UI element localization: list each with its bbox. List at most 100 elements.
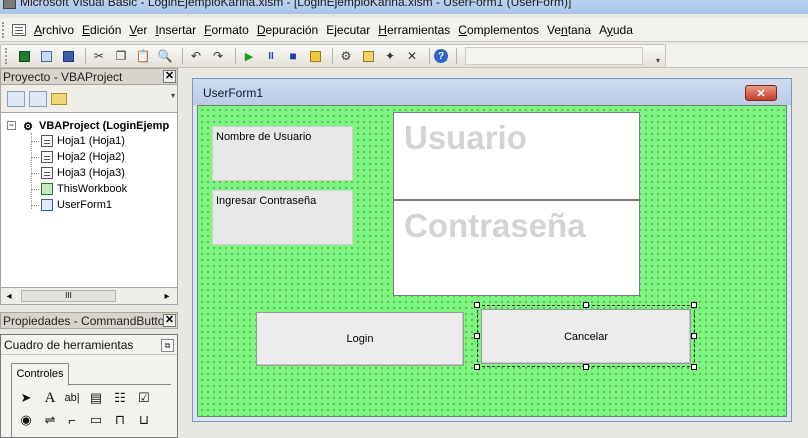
run-icon[interactable]: ▶	[240, 47, 258, 65]
resize-handle[interactable]	[583, 302, 589, 308]
tree-node-hoja3[interactable]: Hoja3 (Hoja3)	[41, 165, 125, 181]
tree-node-hoja1[interactable]: Hoja1 (Hoja1)	[41, 133, 125, 149]
window-title: Microsoft Visual Basic - LoginEjemploKar…	[20, 0, 572, 9]
userform-icon	[41, 199, 53, 211]
textbox-icon[interactable]: ab|	[62, 389, 82, 407]
tree-node-hoja2[interactable]: Hoja2 (Hoja2)	[41, 149, 125, 165]
tree-node-label: Hoja2 (Hoja2)	[57, 151, 125, 163]
optionbutton-icon[interactable]: ◉	[16, 411, 36, 429]
excel-icon[interactable]	[15, 47, 33, 65]
menu-edicion[interactable]: Edición	[82, 23, 121, 37]
document-icon[interactable]	[12, 23, 26, 36]
cut-icon[interactable]: ✂	[90, 47, 108, 65]
resize-handle[interactable]	[691, 364, 697, 370]
combobox-icon[interactable]: ▤	[86, 389, 106, 407]
designer-title: UserForm1	[203, 86, 264, 100]
undo-icon[interactable]: ↶	[187, 47, 205, 65]
title-bar: Microsoft Visual Basic - LoginEjemploKar…	[0, 0, 808, 14]
vba-editor-window: Microsoft Visual Basic - LoginEjemploKar…	[0, 0, 808, 438]
position-display	[465, 47, 643, 65]
properties-icon[interactable]	[359, 47, 377, 65]
tree-connector	[31, 205, 39, 206]
resize-handle[interactable]	[474, 364, 480, 370]
togglebutton-icon[interactable]: ⇌	[40, 411, 60, 429]
listbox-icon[interactable]: ☷	[110, 389, 130, 407]
label-icon[interactable]: A	[40, 389, 60, 407]
login-button[interactable]: Login	[256, 312, 464, 366]
designer-title-bar[interactable]: UserForm1 ✕	[193, 79, 791, 105]
frame-icon[interactable]: ⌐	[62, 411, 82, 429]
menu-depuracion[interactable]: Depuración	[257, 23, 318, 37]
toolbar-separator	[182, 48, 183, 64]
close-icon[interactable]: ✕	[163, 70, 176, 83]
toolbox-header[interactable]: Cuadro de herramientas ⧉	[1, 335, 177, 355]
multipage-icon[interactable]: ⊔	[134, 411, 154, 429]
view-object-icon[interactable]	[29, 90, 47, 107]
paste-icon[interactable]: 📋	[134, 47, 152, 65]
resize-handle[interactable]	[474, 302, 480, 308]
tree-connector	[31, 157, 39, 158]
menu-insertar[interactable]: Insertar	[155, 23, 196, 37]
toolbox-title: Cuadro de herramientas	[4, 338, 134, 352]
help-icon[interactable]: ?	[434, 49, 448, 63]
toolbox-window: Cuadro de herramientas ⧉ Controles ➤ A a…	[0, 334, 178, 438]
tree-node-label: ThisWorkbook	[57, 183, 128, 195]
label-ingresar-contrasena[interactable]: Ingresar Contraseña	[212, 190, 353, 245]
toolbar-options-icon[interactable]: ▾	[653, 47, 663, 65]
textbox-usuario[interactable]: Usuario	[393, 112, 640, 200]
project-tree: − ⚙ VBAProject (LoginEjemp Hoja1 (Hoja1)…	[0, 113, 178, 288]
project-icon: ⚙	[23, 121, 33, 133]
menu-formato[interactable]: Formato	[204, 23, 249, 37]
sheet-icon	[41, 135, 53, 147]
tree-node-label: Hoja3 (Hoja3)	[57, 167, 125, 179]
design-mode-icon[interactable]	[306, 47, 324, 65]
tree-node-userform1[interactable]: UserForm1	[41, 197, 112, 213]
tab-controles[interactable]: Controles	[11, 363, 69, 386]
menu-ayuda[interactable]: Ayuda	[599, 23, 633, 37]
copy-icon[interactable]: ❐	[112, 47, 130, 65]
close-icon[interactable]: ✕	[745, 85, 777, 101]
menu-complementos[interactable]: Complementos	[458, 23, 539, 37]
resize-handle[interactable]	[583, 364, 589, 370]
close-icon[interactable]: ⧉	[161, 339, 174, 352]
redo-icon[interactable]: ↷	[209, 47, 227, 65]
menu-herramientas[interactable]: Herramientas	[378, 23, 450, 37]
save-icon[interactable]	[59, 47, 77, 65]
label-nombre-usuario[interactable]: Nombre de Usuario	[212, 126, 353, 181]
find-icon[interactable]: 🔍	[156, 47, 174, 65]
project-tree-hscrollbar[interactable]: ◂ III ▸	[0, 288, 178, 305]
resize-handle[interactable]	[474, 333, 480, 339]
tree-node-thisworkbook[interactable]: ThisWorkbook	[41, 181, 127, 197]
userform-surface[interactable]: Nombre de Usuario Ingresar Contraseña Us…	[197, 105, 787, 417]
toggle-folders-icon[interactable]	[51, 92, 67, 105]
toolbox-controls: ➤ A ab| ▤ ☷ ☑ ◉ ⇌ ⌐ ▭ ⊓ ⊔	[11, 385, 171, 438]
menu-ventana[interactable]: Ventana	[547, 23, 591, 37]
toolbar-separator	[456, 48, 457, 64]
textbox-contrasena[interactable]: Contraseña	[393, 200, 640, 296]
pause-icon[interactable]: II	[262, 47, 280, 65]
insert-icon[interactable]	[37, 47, 55, 65]
menu-ver[interactable]: Ver	[129, 23, 147, 37]
reset-icon[interactable]: ■	[284, 47, 302, 65]
object-browser-icon[interactable]: ✦	[381, 47, 399, 65]
menu-archivo[interactable]: Archivo	[34, 23, 74, 37]
scroll-left-icon[interactable]: ◂	[1, 289, 17, 304]
view-code-icon[interactable]	[7, 90, 25, 107]
checkbox-icon[interactable]: ☑	[134, 389, 154, 407]
toolbar-grip[interactable]	[5, 48, 9, 64]
commandbutton-icon[interactable]: ▭	[86, 411, 106, 429]
pane-options-icon[interactable]: ▾	[171, 91, 175, 100]
scroll-thumb[interactable]: III	[21, 290, 116, 302]
close-icon[interactable]: ✕	[163, 314, 176, 327]
pointer-icon[interactable]: ➤	[16, 389, 36, 407]
tree-node-project[interactable]: ⚙ VBAProject (LoginEjemp	[21, 118, 169, 134]
tabstrip-icon[interactable]: ⊓	[110, 411, 130, 429]
collapse-icon[interactable]: −	[7, 121, 16, 130]
toolbox-icon[interactable]: ✕	[403, 47, 421, 65]
resize-handle[interactable]	[691, 333, 697, 339]
project-explorer-icon[interactable]: ⚙	[337, 47, 355, 65]
scroll-right-icon[interactable]: ▸	[159, 289, 175, 304]
menubar-grip[interactable]	[2, 21, 6, 38]
resize-handle[interactable]	[691, 302, 697, 308]
menu-ejecutar[interactable]: Ejecutar	[326, 23, 370, 37]
